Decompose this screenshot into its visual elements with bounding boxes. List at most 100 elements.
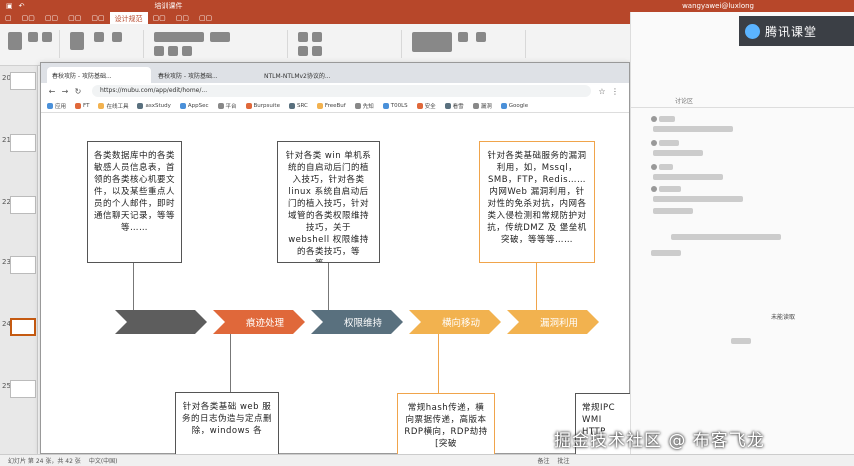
bookmark[interactable]: asxStudy [137, 102, 171, 109]
slide-thumbnail[interactable] [10, 380, 36, 398]
comments-button[interactable]: 批注 [558, 456, 570, 465]
slide-thumbnail-selected[interactable] [10, 318, 36, 336]
tab-transitions[interactable]: ▢▢ [86, 12, 109, 24]
browser-tab[interactable]: 春秋攻防 - 攻防基础... [47, 67, 151, 83]
tencent-class-logo-icon [745, 24, 760, 39]
bookmark-label: FreeBuf [324, 102, 346, 109]
watermark: 掘金技术社区 @ 布客飞龙 [554, 431, 765, 451]
note-top-right[interactable]: 针对各类基础服务的漏洞利用，如，Mssql，SMB，FTP，Redis……内网W… [479, 141, 595, 263]
italic-icon[interactable] [168, 46, 178, 56]
paste-icon[interactable] [8, 32, 22, 50]
bookmark[interactable]: Burpsuite [245, 102, 280, 109]
bookmark[interactable]: 在线工具 [98, 102, 128, 110]
align-center-icon[interactable] [312, 46, 322, 56]
bookmark[interactable]: 漏洞 [472, 102, 492, 110]
tab-insert[interactable]: ▢▢ [40, 12, 63, 24]
font-select-icon[interactable] [154, 32, 204, 42]
tab-design[interactable]: ▢▢ [63, 12, 86, 24]
save-icon[interactable]: ▣ [6, 2, 13, 10]
chat-message [651, 250, 681, 256]
tab-discussion[interactable]: 讨论区 [675, 96, 693, 105]
note-top-left[interactable]: 各类数据库中的各类敏感人员信息表，首领的各类核心机要文件，以及某些重点人员的个人… [87, 141, 182, 263]
bookmark[interactable]: FreeBuf [316, 102, 346, 109]
connector-line [438, 334, 439, 394]
bookmark[interactable]: 平台 [217, 102, 237, 110]
copy-icon[interactable] [42, 32, 52, 42]
bookmark[interactable]: 看雪 [444, 102, 464, 110]
bookmark[interactable]: 安全 [416, 102, 436, 110]
bookmark[interactable]: Google [500, 102, 528, 109]
browser-tab[interactable]: 春秋攻防 - 攻防基础... [153, 67, 257, 83]
new-slide-icon[interactable] [70, 32, 84, 50]
user-name[interactable]: wangyawei@luxlong [682, 2, 754, 10]
tab-home[interactable]: ▢▢ [17, 12, 40, 24]
bookmark[interactable]: 先知 [354, 102, 374, 110]
chat-message [653, 208, 693, 214]
bookmark-label: SRC [296, 102, 308, 109]
mindmap-canvas: 各类数据库中的各类敏感人员信息表，首领的各类核心机要文件，以及某些重点人员的个人… [41, 113, 635, 463]
bold-icon[interactable] [154, 46, 164, 56]
star-icon[interactable]: ☆ [597, 87, 607, 96]
stage-label-0 [127, 311, 207, 333]
bookmark[interactable]: T00LS [382, 102, 408, 109]
align-left-icon[interactable] [298, 46, 308, 56]
bullets-icon[interactable] [298, 32, 308, 42]
tab-slideshow[interactable]: ▢▢ [148, 12, 171, 24]
avatar [651, 116, 657, 122]
note-bottom-mid[interactable]: 常规hash传递，横向票据传递，高版本RDP横向，RDP劫持[突破 [397, 393, 495, 463]
window-title: 培训课件 [154, 2, 183, 10]
ribbon-group-slides [64, 30, 144, 58]
tab-file[interactable]: ▢ [0, 12, 17, 24]
stage-label-trace-cleanup: 痕迹处理 [245, 318, 284, 329]
bookmark[interactable]: FT [75, 102, 89, 109]
slide-thumbnail[interactable] [10, 256, 36, 274]
bookmark-label: T00LS [390, 102, 408, 109]
bookmark[interactable]: SRC [288, 102, 308, 109]
tab-active[interactable]: 设计规范 [109, 12, 148, 24]
slide-thumbnail[interactable] [10, 134, 36, 152]
note-top-mid[interactable]: 针对各类 win 单机系统的自启动后门的植入技巧，针对各类 linux 系统自启… [277, 141, 380, 263]
bookmark-label: 看雪 [452, 103, 464, 110]
arrange-icon[interactable] [458, 32, 468, 42]
menu-icon[interactable]: ⋮ [610, 87, 620, 96]
chat-message [671, 234, 781, 240]
bookmark[interactable]: 应用 [47, 102, 66, 110]
address-bar[interactable]: https://mubu.com/app/edit/home/... [92, 85, 591, 97]
undo-icon[interactable]: ↶ [19, 2, 25, 10]
title-bar: ▣ ↶ 培训课件 wangyawei@luxlong [0, 0, 854, 12]
numbering-icon[interactable] [312, 32, 322, 42]
bookmark-label: 安全 [424, 103, 436, 110]
underline-icon[interactable] [182, 46, 192, 56]
browser-tab[interactable]: NTLM-NTLMv2协议的... [259, 67, 363, 83]
slide-thumbnail[interactable] [10, 196, 36, 214]
notes-button[interactable]: 备注 [538, 456, 550, 465]
bookmark[interactable]: AppSec [179, 102, 209, 109]
chat-username [659, 116, 675, 122]
ribbon-group-font [148, 30, 288, 58]
forward-icon[interactable]: → [60, 87, 70, 96]
ribbon-group-paragraph [292, 30, 402, 58]
cut-icon[interactable] [28, 32, 38, 42]
back-icon[interactable]: ← [47, 87, 57, 96]
chat-username [659, 186, 681, 192]
chat-username [659, 140, 679, 146]
tab-review[interactable]: ▢▢ [171, 12, 194, 24]
slide-thumbnails: 20 21 22 23 24 25 [0, 66, 38, 454]
font-size-icon[interactable] [210, 32, 230, 42]
stage-label-exploitation: 漏洞利用 [539, 318, 578, 329]
brand-label: 腾讯课堂 [765, 24, 818, 39]
quick-styles-icon[interactable] [476, 32, 486, 42]
bookmark-label: 先知 [362, 103, 374, 110]
shapes-icon[interactable] [412, 32, 452, 52]
bookmark-label: 应用 [55, 103, 67, 110]
slide-thumbnail[interactable] [10, 72, 36, 90]
tab-view[interactable]: ▢▢ [194, 12, 217, 24]
reset-icon[interactable] [112, 32, 122, 42]
ribbon-group-drawing [406, 30, 526, 58]
bookmark-label: Burpsuite [253, 102, 280, 109]
note-bottom-left[interactable]: 针对各类基础 web 服务的日志伪造与定点删除，windows 各 [175, 392, 279, 462]
avatar [651, 186, 657, 192]
reload-icon[interactable]: ↻ [73, 87, 83, 96]
bookmark-label: asxStudy [145, 102, 171, 109]
layout-icon[interactable] [94, 32, 104, 42]
